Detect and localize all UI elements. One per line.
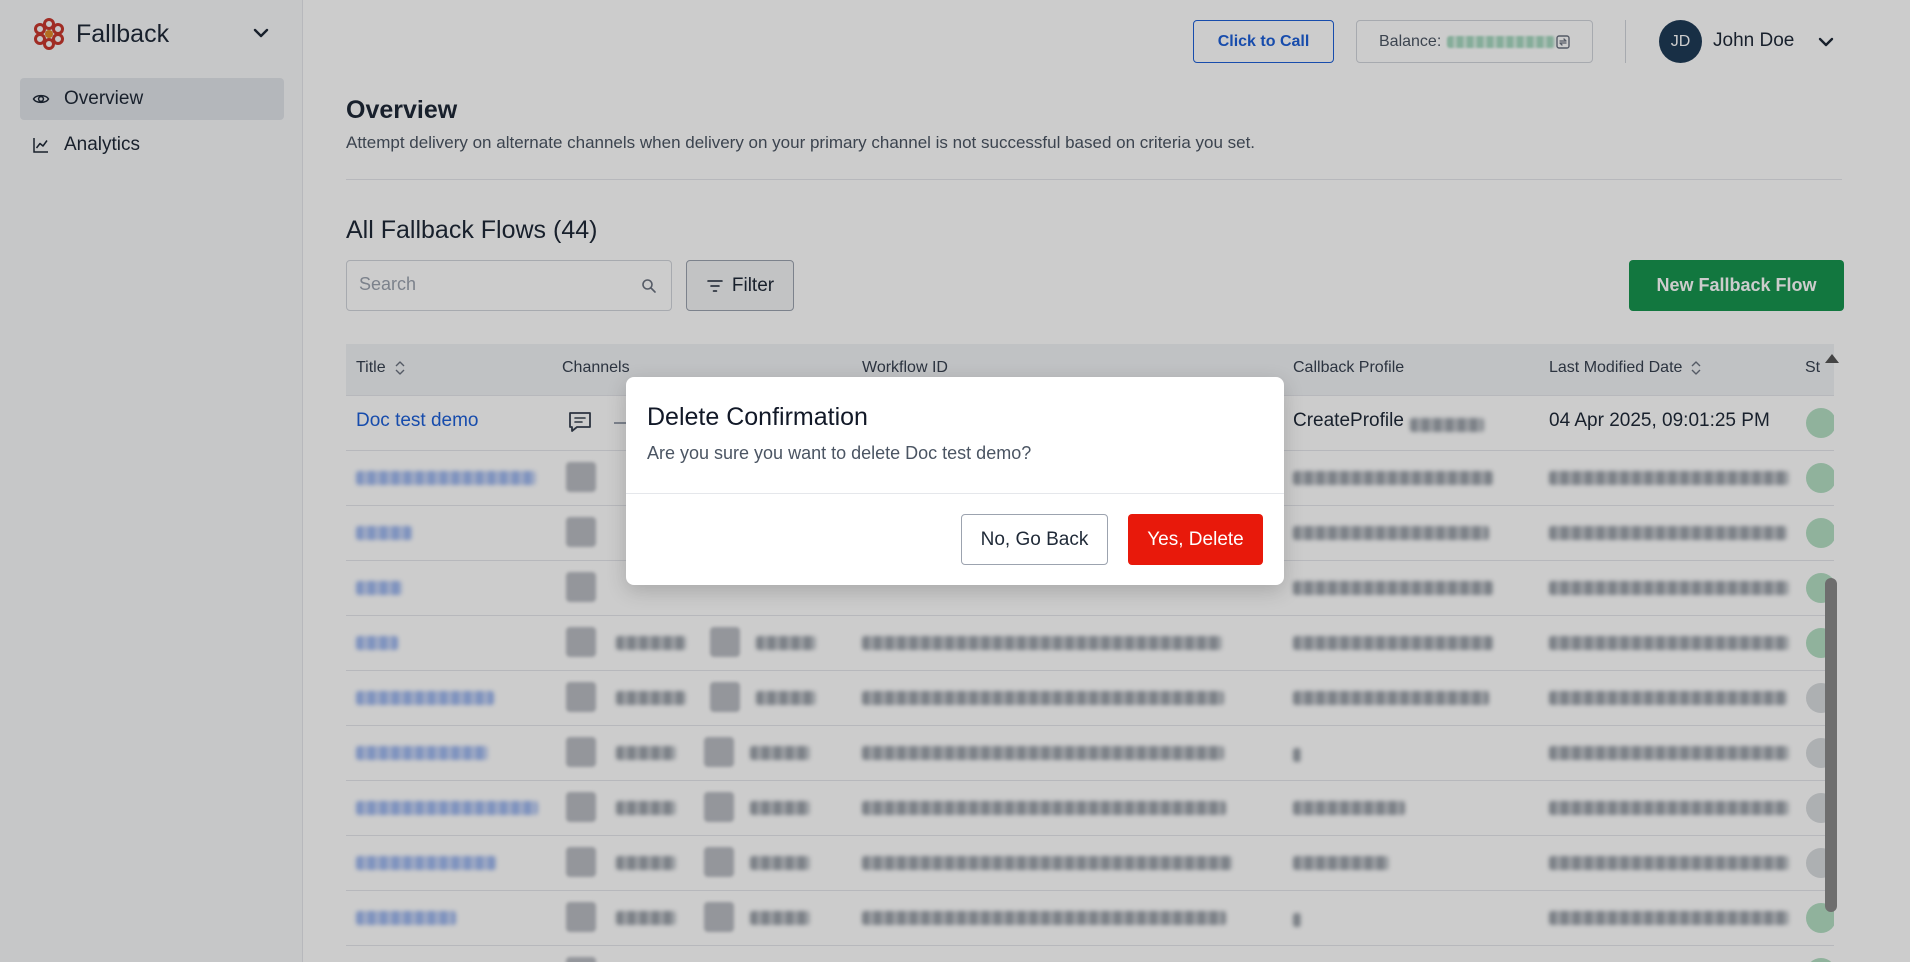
dialog-message: Are you sure you want to delete Doc test…	[647, 443, 1032, 463]
delete-confirmation-dialog: Delete Confirmation Are you sure you wan…	[626, 377, 1284, 585]
go-back-button[interactable]: No, Go Back	[961, 514, 1108, 565]
dialog-title: Delete Confirmation	[647, 403, 868, 431]
dialog-divider	[626, 493, 1284, 494]
confirm-delete-button[interactable]: Yes, Delete	[1128, 514, 1263, 565]
